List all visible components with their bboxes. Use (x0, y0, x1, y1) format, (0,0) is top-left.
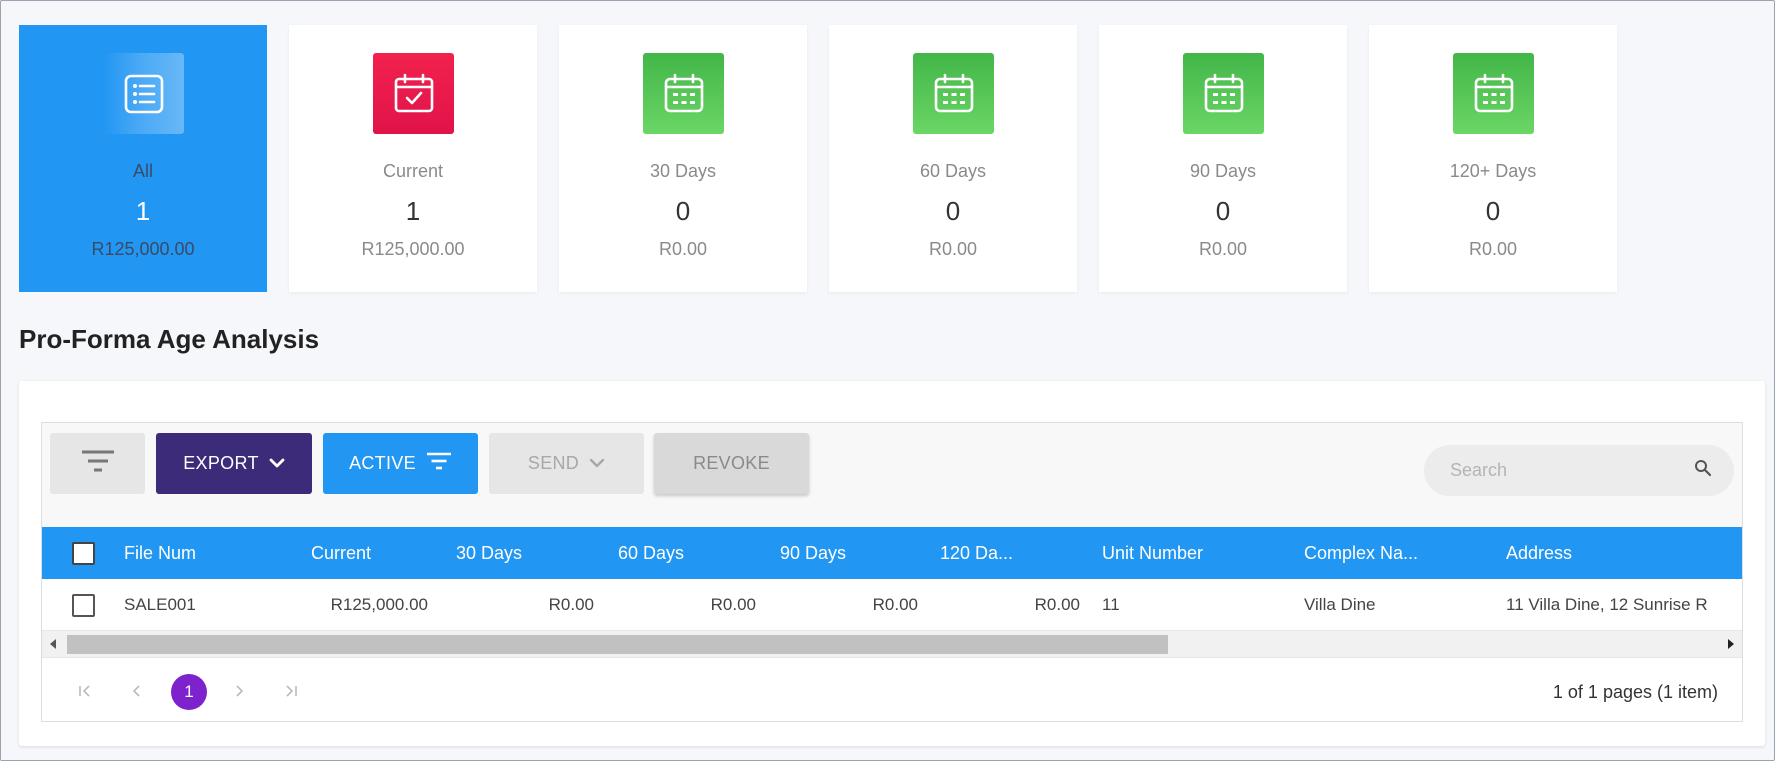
page-number-button[interactable]: 1 (171, 674, 207, 710)
active-label: ACTIVE (349, 453, 416, 473)
card-label: 120+ Days (1449, 161, 1537, 181)
page-title: Pro-Forma Age Analysis (19, 324, 320, 354)
card-count: 0 (945, 196, 961, 226)
card-current[interactable]: Current 1 R125,000.00 (289, 25, 537, 292)
next-page-icon[interactable] (222, 674, 256, 708)
previous-page-icon[interactable] (120, 674, 154, 708)
table-cell: R0.00 (872, 595, 918, 614)
card-count: 0 (675, 196, 691, 226)
grid-toolbar: EXPORT ACTIVE SEND REVOKE Search (42, 423, 1742, 527)
card-label: Current (382, 161, 444, 181)
card-120-plus-days[interactable]: 120+ Days 0 R0.00 (1369, 25, 1617, 292)
calendar-icon (913, 53, 994, 134)
chevron-down-icon (589, 453, 605, 474)
column-header[interactable]: Address (1506, 527, 1742, 579)
active-filter-button[interactable]: ACTIVE (323, 433, 478, 494)
table-cell: R0.00 (710, 595, 756, 614)
filter-icon (426, 452, 452, 475)
select-all-checkbox[interactable] (72, 542, 95, 565)
filter-button[interactable] (50, 433, 145, 494)
card-amount: R0.00 (1198, 239, 1248, 259)
table-row[interactable]: SALE001 R125,000.00 R0.00 R0.00 R0.00 R0… (42, 579, 1742, 631)
table-cell: Villa Dine (1304, 595, 1376, 614)
column-header[interactable]: 60 Days (618, 527, 748, 579)
table-header-row: File Num Current 30 Days 60 Days 90 Days… (42, 527, 1742, 579)
last-page-icon[interactable] (274, 674, 308, 708)
grid-panel: EXPORT ACTIVE SEND REVOKE Search File Nu… (19, 381, 1765, 746)
scrollbar-thumb[interactable] (67, 635, 1168, 654)
card-30-days[interactable]: 30 Days 0 R0.00 (559, 25, 807, 292)
filter-icon (81, 449, 115, 478)
card-label: 90 Days (1189, 161, 1257, 181)
table-cell: 11 Villa Dine, 12 Sunrise R (1506, 595, 1708, 614)
card-60-days[interactable]: 60 Days 0 R0.00 (829, 25, 1077, 292)
search-icon[interactable] (1694, 459, 1712, 482)
card-amount: R125,000.00 (91, 239, 195, 259)
card-label: 30 Days (649, 161, 717, 181)
column-header[interactable]: 90 Days (780, 527, 910, 579)
column-header[interactable]: Complex Na... (1304, 527, 1474, 579)
card-amount: R0.00 (1468, 239, 1518, 259)
list-icon (103, 53, 184, 134)
card-all[interactable]: All 1 R125,000.00 (19, 25, 267, 292)
send-label: SEND (527, 453, 580, 473)
card-label: All (132, 161, 153, 181)
pager: 1 1 of 1 pages (1 item) (42, 657, 1742, 721)
chevron-down-icon (269, 453, 285, 474)
pager-info: 1 of 1 pages (1 item) (1552, 682, 1718, 702)
revoke-button[interactable]: REVOKE (654, 433, 809, 494)
calendar-icon (1183, 53, 1264, 134)
column-header[interactable]: 120 Da... (940, 527, 1070, 579)
data-grid: EXPORT ACTIVE SEND REVOKE Search File Nu… (41, 422, 1743, 722)
card-label: 60 Days (919, 161, 987, 181)
table-cell: R0.00 (1034, 595, 1080, 614)
table-cell: R0.00 (548, 595, 594, 614)
send-button[interactable]: SEND (489, 433, 644, 494)
horizontal-scrollbar[interactable] (42, 631, 1742, 657)
table-cell: R125,000.00 (330, 595, 428, 614)
card-count: 1 (135, 196, 151, 226)
app-frame: All 1 R125,000.00 Current 1 R125,000.00 (0, 0, 1775, 761)
card-count: 0 (1485, 196, 1501, 226)
card-count: 0 (1215, 196, 1231, 226)
card-amount: R0.00 (928, 239, 978, 259)
summary-cards: All 1 R125,000.00 Current 1 R125,000.00 (19, 25, 1619, 292)
calendar-check-icon (373, 53, 454, 134)
column-header[interactable]: Current (264, 527, 418, 579)
card-amount: R0.00 (658, 239, 708, 259)
row-checkbox[interactable] (72, 594, 95, 617)
scroll-left-icon[interactable] (42, 631, 64, 657)
search-box (1424, 445, 1734, 496)
table-cell: 11 (1102, 595, 1120, 614)
revoke-label: REVOKE (693, 453, 770, 473)
card-count: 1 (405, 196, 421, 226)
export-label: EXPORT (183, 453, 259, 473)
calendar-icon (643, 53, 724, 134)
card-90-days[interactable]: 90 Days 0 R0.00 (1099, 25, 1347, 292)
first-page-icon[interactable] (68, 674, 102, 708)
column-header[interactable]: Unit Number (1102, 527, 1272, 579)
calendar-icon (1453, 53, 1534, 134)
card-amount: R125,000.00 (361, 239, 465, 259)
search-input[interactable] (1450, 460, 1694, 481)
export-button[interactable]: EXPORT (156, 433, 312, 494)
scroll-right-icon[interactable] (1720, 631, 1742, 657)
column-header[interactable]: 30 Days (456, 527, 586, 579)
